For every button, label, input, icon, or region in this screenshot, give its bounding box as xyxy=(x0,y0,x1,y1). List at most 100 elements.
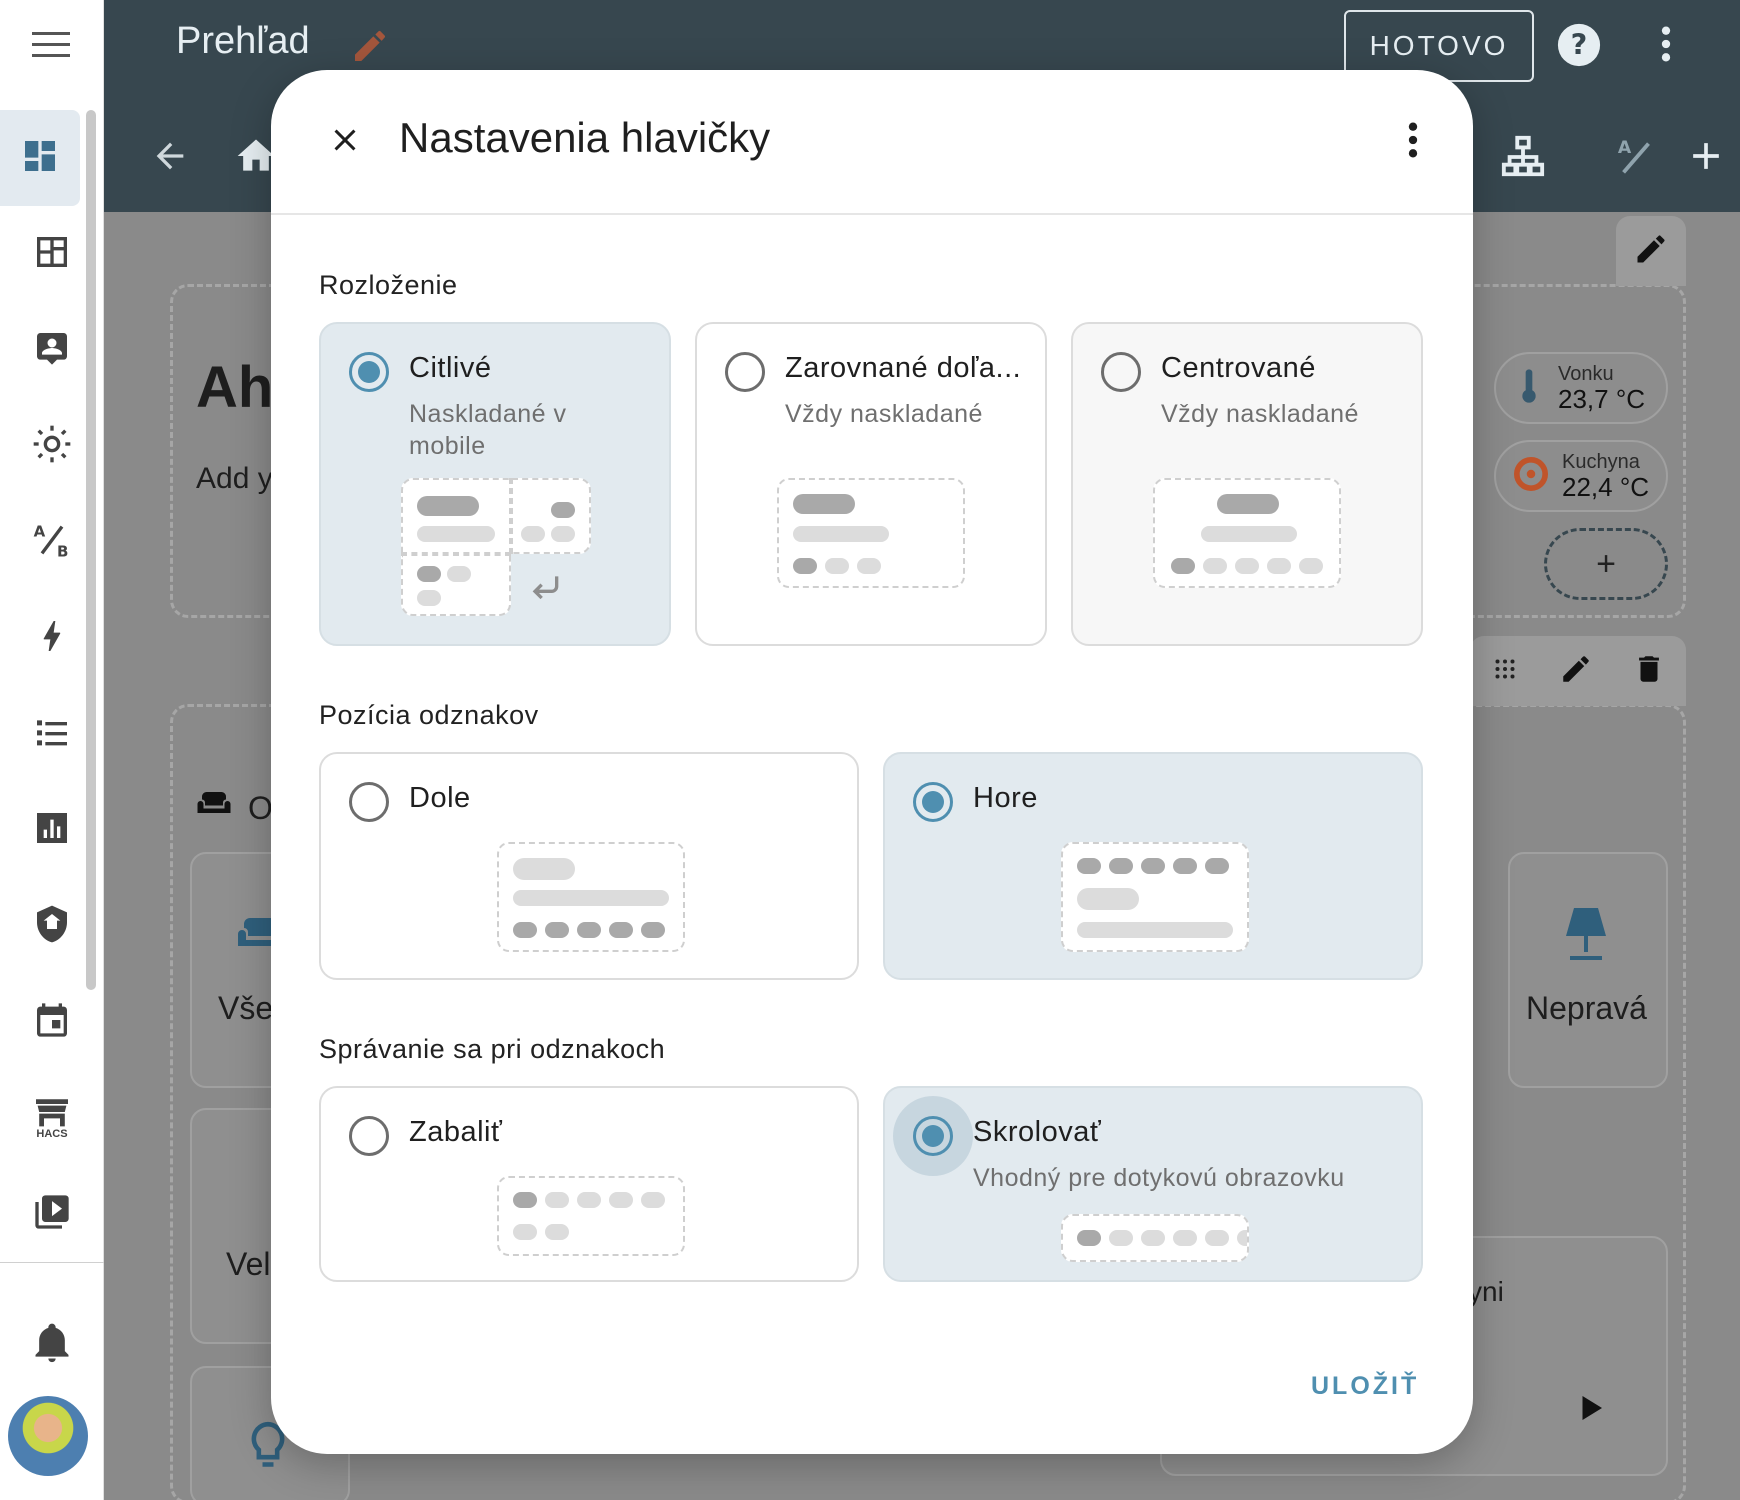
area-heading: O xyxy=(196,786,273,830)
return-arrow-icon xyxy=(525,568,565,613)
area-label: O xyxy=(248,789,273,826)
help-icon[interactable]: ? xyxy=(1556,22,1602,68)
media-card-partial-text: yni xyxy=(1468,1276,1504,1307)
badge-value: 23,7 °C xyxy=(1558,383,1646,414)
option-subtitle: Vždy naskladané xyxy=(785,400,983,428)
dashboard-heading: Ah xyxy=(196,355,274,420)
option-title: Zabaliť xyxy=(409,1116,503,1148)
more-vert-icon xyxy=(1407,120,1419,165)
lamp-icon xyxy=(1562,904,1610,969)
dialog-more-button[interactable] xyxy=(1385,114,1441,170)
section-toolbar xyxy=(1470,636,1686,706)
sofa-icon xyxy=(196,786,232,830)
dashboard-icon xyxy=(20,136,60,181)
close-icon xyxy=(327,122,363,163)
radio-button-checked[interactable] xyxy=(913,782,953,822)
thermometer-icon xyxy=(1514,366,1544,411)
network-icon[interactable] xyxy=(1500,134,1546,180)
sidebar-item-hacs[interactable]: HACS xyxy=(0,1070,104,1166)
save-button[interactable]: ULOŽIŤ xyxy=(1311,1372,1419,1401)
layout-preview xyxy=(1153,478,1341,588)
option-title: Skrolovať xyxy=(973,1116,1102,1148)
dialog-header: Nastavenia hlavičky xyxy=(271,70,1473,215)
ab-testing-icon: AB xyxy=(32,520,72,565)
sidebar-item-overview[interactable] xyxy=(0,110,80,206)
radio-button-unchecked[interactable] xyxy=(1101,352,1141,392)
option-title: Zarovnané doľa... xyxy=(785,352,1022,384)
badge-kitchen[interactable]: Kuchyna 22,4 °C xyxy=(1494,440,1668,512)
radio-button-unchecked[interactable] xyxy=(725,352,765,392)
layout-option-responsive[interactable]: Citlivé Naskladané v mobile xyxy=(319,322,671,646)
page-title: Prehľad xyxy=(176,20,310,62)
layout-option-left[interactable]: Zarovnané doľa... Vždy naskladané xyxy=(695,322,1047,646)
sidebar-item-notifications[interactable] xyxy=(0,1296,104,1392)
radio-button-checked[interactable] xyxy=(349,352,389,392)
layout-preview-main xyxy=(401,478,511,554)
svg-text:A: A xyxy=(34,522,46,540)
option-title: Citlivé xyxy=(409,352,492,384)
edit-header-button[interactable] xyxy=(1616,216,1686,286)
layout-preview xyxy=(777,478,965,588)
dialog-title: Nastavenia hlavičky xyxy=(399,114,771,161)
layout-section-label: Rozloženie xyxy=(319,270,458,300)
bell-icon xyxy=(30,1320,74,1369)
person-card-icon xyxy=(32,328,72,373)
badges-behavior-label: Správanie sa pri odznakoch xyxy=(319,1034,666,1064)
floorplan-icon xyxy=(32,232,72,277)
option-subtitle: Naskladané v mobile xyxy=(409,400,567,460)
radio-button-unchecked[interactable] xyxy=(349,782,389,822)
radio-button-unchecked[interactable] xyxy=(349,1116,389,1156)
hacs-store-icon: HACS xyxy=(32,1096,72,1140)
card-vel-label: Vel xyxy=(226,1246,271,1282)
add-badge-button[interactable]: + xyxy=(1544,528,1668,600)
edit-title-pencil-icon[interactable] xyxy=(350,26,390,71)
position-preview xyxy=(497,842,685,952)
badges-behavior-wrap[interactable]: Zabaliť xyxy=(319,1086,859,1282)
card-all-label: Vše xyxy=(218,990,274,1026)
behavior-preview xyxy=(497,1176,685,1256)
badge-name: Vonku xyxy=(1558,362,1614,385)
badges-position-label: Pozícia odznakov xyxy=(319,700,539,730)
pencil-icon xyxy=(1633,231,1669,272)
play-box-multiple-icon xyxy=(32,1192,72,1237)
sidebar: AB HACS xyxy=(0,0,104,1500)
sidebar-divider xyxy=(0,1262,104,1263)
shield-home-icon xyxy=(32,904,72,949)
card-nepr-label: Nepravá xyxy=(1526,990,1647,1026)
option-subtitle: Vhodný pre dotykovú obrazovku xyxy=(973,1164,1345,1192)
hacs-label: HACS xyxy=(36,1128,68,1140)
svg-text:A: A xyxy=(1618,138,1632,158)
behavior-preview xyxy=(1061,1214,1249,1262)
header-settings-dialog: Nastavenia hlavičky Rozloženie Citlivé N… xyxy=(271,70,1473,1454)
radio-button-checked[interactable] xyxy=(913,1116,953,1156)
delete-icon[interactable] xyxy=(1632,652,1666,691)
thermostat-icon xyxy=(1514,456,1548,496)
menu-icon[interactable] xyxy=(0,0,104,90)
play-icon[interactable] xyxy=(1572,1390,1608,1431)
sidebar-item-media[interactable] xyxy=(0,1166,104,1262)
more-vert-icon[interactable] xyxy=(1660,24,1672,64)
badges-position-top[interactable]: Hore xyxy=(883,752,1423,980)
drag-handle-icon[interactable] xyxy=(1490,654,1520,689)
badge-outdoor[interactable]: Vonku 23,7 °C xyxy=(1494,352,1668,424)
arrow-left-icon[interactable] xyxy=(150,136,190,176)
pencil-icon[interactable] xyxy=(1559,652,1593,691)
badges-position-bottom[interactable]: Dole xyxy=(319,752,859,980)
badges-behavior-scroll[interactable]: Skrolovať Vhodný pre dotykovú obrazovku xyxy=(883,1086,1423,1282)
close-button[interactable] xyxy=(317,114,373,170)
badge-name: Kuchyna xyxy=(1562,450,1640,473)
svg-text:?: ? xyxy=(1571,28,1588,62)
add-icon[interactable] xyxy=(1684,134,1728,178)
ab-hidden-icon[interactable]: A xyxy=(1614,134,1660,180)
option-title: Centrované xyxy=(1161,352,1316,384)
layout-preview-badges xyxy=(511,478,591,554)
avatar[interactable] xyxy=(8,1396,88,1476)
option-title: Hore xyxy=(973,782,1038,814)
option-subtitle: Vždy naskladané xyxy=(1161,400,1359,428)
sidebar-scrollbar[interactable] xyxy=(86,110,96,990)
layout-option-centered[interactable]: Centrované Vždy naskladané xyxy=(1071,322,1423,646)
dashboard-subtext: Add y xyxy=(196,462,273,495)
layout-preview-wrapped xyxy=(401,554,511,616)
card-nepr[interactable] xyxy=(1508,852,1668,1088)
option-title: Dole xyxy=(409,782,471,814)
